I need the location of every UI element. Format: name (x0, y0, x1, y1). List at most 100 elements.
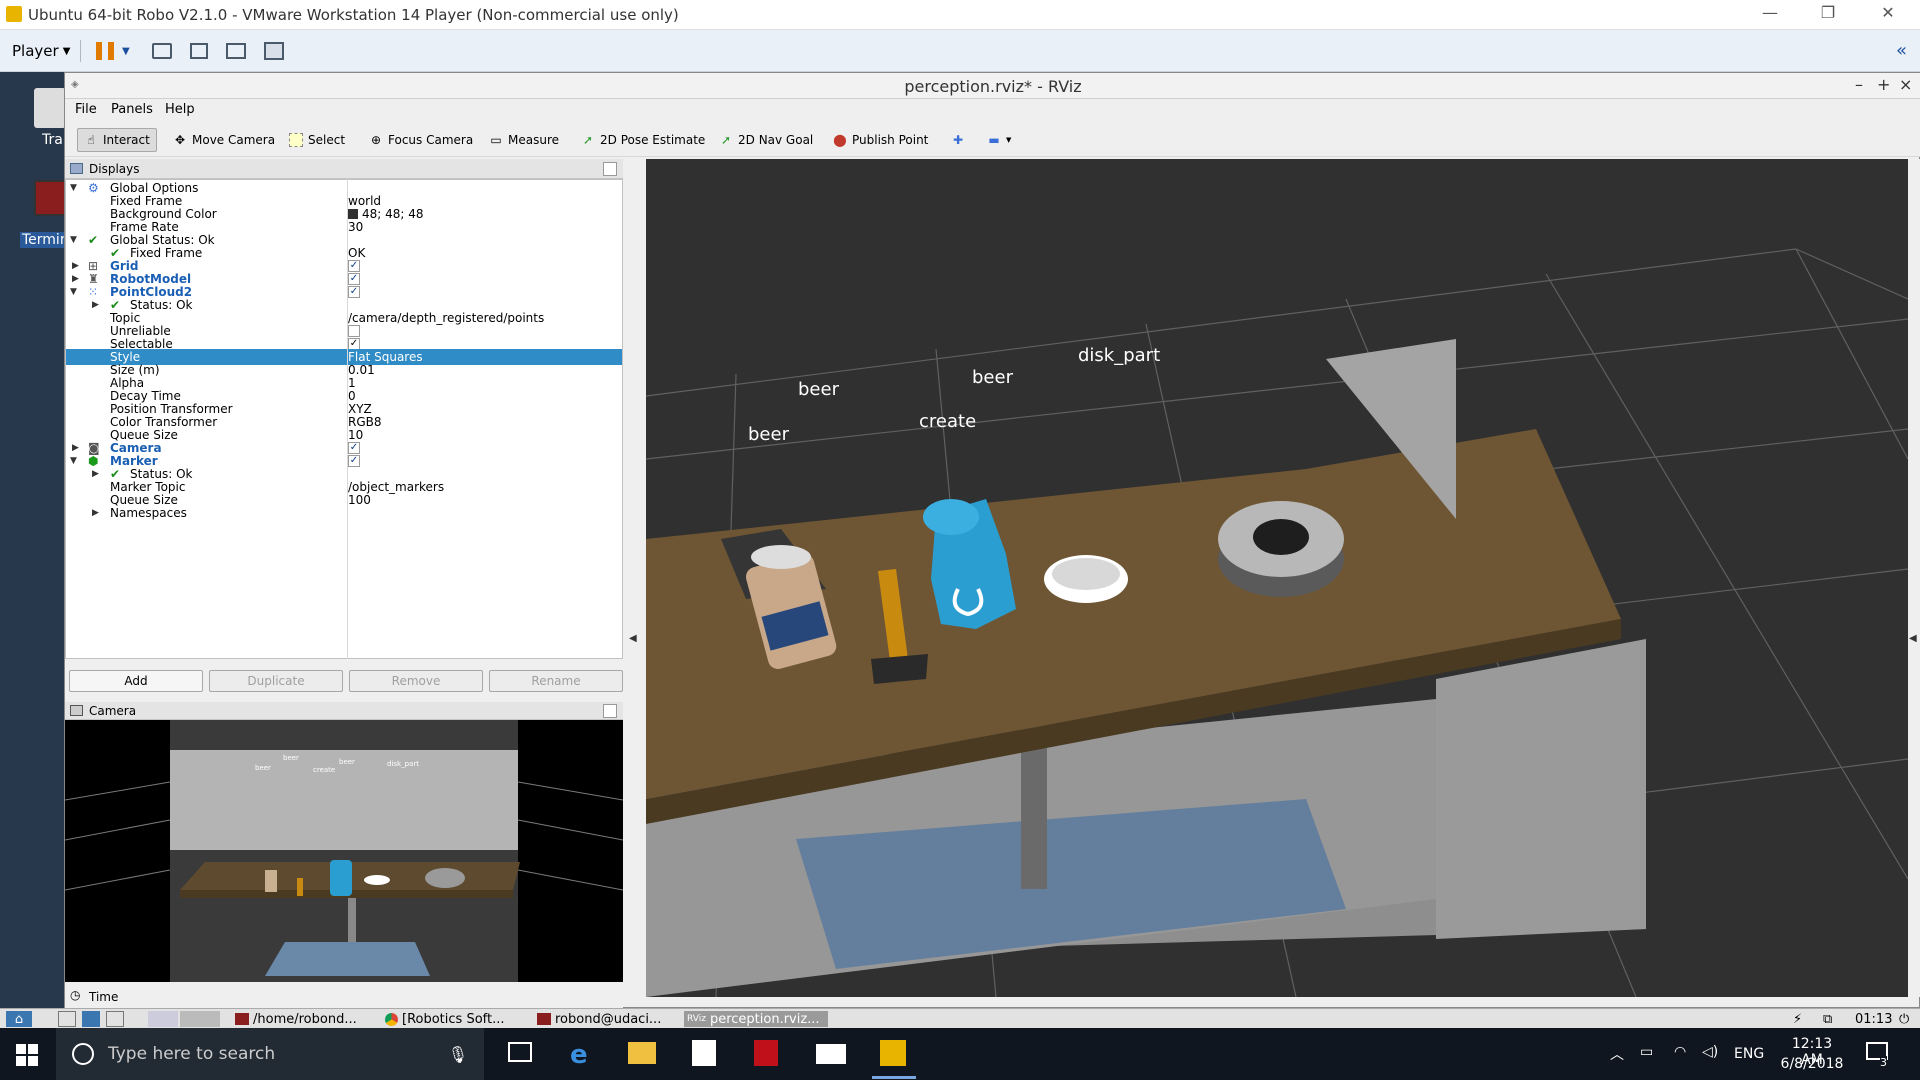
chevron-down-icon: ▼ (122, 45, 130, 57)
panel-float-button[interactable] (603, 162, 617, 176)
add-tool-button[interactable]: ✚ (945, 128, 971, 152)
rename-button[interactable]: Rename (489, 670, 623, 692)
chrome-icon (385, 1012, 398, 1026)
vmware-logo-icon (6, 6, 22, 22)
render-view-3d[interactable]: beer beer beer create disk_part (646, 159, 1908, 997)
edge-icon[interactable]: e (570, 1040, 588, 1070)
color-swatch (348, 209, 358, 219)
caret-right-icon[interactable]: ▶ (92, 505, 99, 521)
terminal-icon (235, 1013, 249, 1025)
search-icon (72, 1043, 94, 1065)
tree-row[interactable]: ▶ Namespaces (66, 505, 622, 521)
microphone-icon[interactable]: 🎙 (448, 1045, 468, 1064)
tool-interact[interactable]: ☝ Interact (77, 128, 157, 152)
time-label: Time (89, 990, 119, 1004)
remove-tool-button[interactable]: ▬ ▼ (981, 128, 1017, 152)
mail-icon[interactable] (816, 1044, 846, 1064)
volume-icon[interactable]: ◁) (1702, 1044, 1718, 1060)
scene-3d (646, 248, 1908, 997)
store-icon[interactable] (692, 1040, 716, 1066)
start-menu-icon[interactable]: ⌂ (6, 1011, 32, 1027)
displays-tree[interactable]: ▼ ⚙ Global Options Fixed Frame world Backgr… (65, 179, 623, 659)
task-label: robond@udaci... (555, 1011, 662, 1027)
disk-part-object (1218, 501, 1344, 597)
collapse-double-chevron-icon[interactable]: « (1896, 40, 1907, 61)
camera-view[interactable]: beer beer beer create disk_part (65, 720, 623, 982)
fullscreen-button[interactable] (226, 39, 246, 63)
task-browser[interactable]: [Robotics Soft... (382, 1011, 522, 1027)
tool-2d-nav-goal[interactable]: ➚ 2D Nav Goal (713, 128, 819, 152)
workspace-1[interactable] (148, 1011, 178, 1027)
menu-panels[interactable]: Panels (111, 102, 153, 117)
object-label: beer (972, 367, 1013, 388)
add-button[interactable]: Add (69, 670, 203, 692)
menu-help[interactable]: Help (165, 102, 195, 117)
restore-button[interactable]: ❐ (1808, 3, 1848, 22)
camera-header-label: Camera (89, 704, 137, 718)
show-desktop-icon[interactable] (58, 1011, 76, 1027)
tool-move-camera[interactable]: ✥ Move Camera (167, 128, 281, 152)
minimize-button[interactable]: — (1750, 3, 1790, 22)
task-terminal-home[interactable]: /home/robond... (232, 1011, 372, 1027)
minus-icon: ▬ (988, 133, 1000, 147)
file-manager-icon[interactable] (82, 1011, 100, 1027)
vmware-toolbar: Player ▼ ▼ « (0, 30, 1920, 72)
clock-date[interactable]: 6/8/2018 (1780, 1056, 1844, 1072)
rviz-window-title: perception.rviz* - RViz (904, 77, 1082, 96)
unity-button[interactable] (264, 39, 284, 63)
maximize-button[interactable]: + (1877, 75, 1890, 94)
removable-devices-button[interactable] (190, 39, 208, 63)
search-box[interactable]: Type here to search 🎙 (56, 1028, 484, 1080)
right-dock-collapse[interactable]: ◀ (1908, 159, 1920, 997)
tool-2d-pose-estimate[interactable]: ➚ 2D Pose Estimate (575, 128, 711, 152)
minimize-button[interactable]: – (1855, 75, 1863, 94)
tool-label: Measure (508, 133, 559, 147)
pause-button[interactable]: ▼ (96, 39, 130, 63)
ruler-icon: ▭ (490, 133, 502, 147)
close-button[interactable]: × (1899, 75, 1912, 94)
collapse-right-icon[interactable]: ◀ (1909, 633, 1917, 644)
workspace-2[interactable] (180, 1011, 220, 1027)
tool-label: Focus Camera (388, 133, 474, 147)
chevron-up-icon[interactable]: ︿ (1610, 1044, 1624, 1064)
vmware-window-title: Ubuntu 64-bit Robo V2.1.0 - VMware Works… (28, 6, 679, 24)
player-menu[interactable]: Player ▼ (12, 39, 70, 63)
task-rviz[interactable]: RViz perception.rviz... (684, 1011, 828, 1027)
tool-focus-camera[interactable]: ⊕ Focus Camera (363, 128, 479, 152)
move-icon: ✥ (174, 133, 186, 147)
duplicate-button[interactable]: Duplicate (209, 670, 343, 692)
menubar: File Panels Help (65, 99, 1920, 121)
display-icon[interactable]: ⧉ (1820, 1011, 1835, 1027)
trash-icon[interactable] (34, 88, 66, 128)
tool-publish-point[interactable]: ⬤ Publish Point (827, 128, 934, 152)
network-icon[interactable]: ⚡ (1790, 1011, 1805, 1027)
displays-header-label: Displays (89, 162, 140, 176)
battery-icon[interactable]: ▭ (1640, 1044, 1653, 1060)
task-terminal-robond[interactable]: robond@udaci... (534, 1011, 674, 1027)
object-label: beer (798, 379, 839, 400)
collapse-left-icon[interactable]: ◀ (629, 633, 637, 644)
tool-label: 2D Nav Goal (738, 133, 814, 147)
terminal-icon[interactable] (34, 180, 66, 216)
vmware-icon[interactable] (880, 1040, 906, 1066)
app-red-icon[interactable] (754, 1040, 778, 1066)
language-indicator[interactable]: ENG (1734, 1046, 1764, 1062)
menu-file[interactable]: File (75, 102, 97, 117)
remove-button[interactable]: Remove (349, 670, 483, 692)
panel-splitter[interactable]: ◀ (623, 159, 646, 997)
file-explorer-icon[interactable] (628, 1042, 656, 1064)
close-button[interactable]: ✕ (1868, 3, 1908, 22)
browser-icon[interactable] (106, 1011, 124, 1027)
tool-measure[interactable]: ▭ Measure (483, 128, 565, 152)
task-view-icon[interactable] (508, 1042, 532, 1062)
panel-float-button[interactable] (603, 704, 617, 718)
send-ctrl-alt-del-button[interactable] (152, 39, 172, 63)
tool-label: Select (308, 133, 346, 147)
wifi-icon[interactable]: ◠ (1674, 1044, 1686, 1060)
column-divider[interactable] (347, 179, 348, 659)
tool-select[interactable]: Select (283, 128, 351, 152)
windows-start-icon[interactable] (16, 1044, 38, 1066)
terminal-icon (537, 1013, 551, 1025)
power-icon[interactable]: ⏻ (1896, 1011, 1912, 1027)
search-placeholder: Type here to search (108, 1044, 276, 1064)
